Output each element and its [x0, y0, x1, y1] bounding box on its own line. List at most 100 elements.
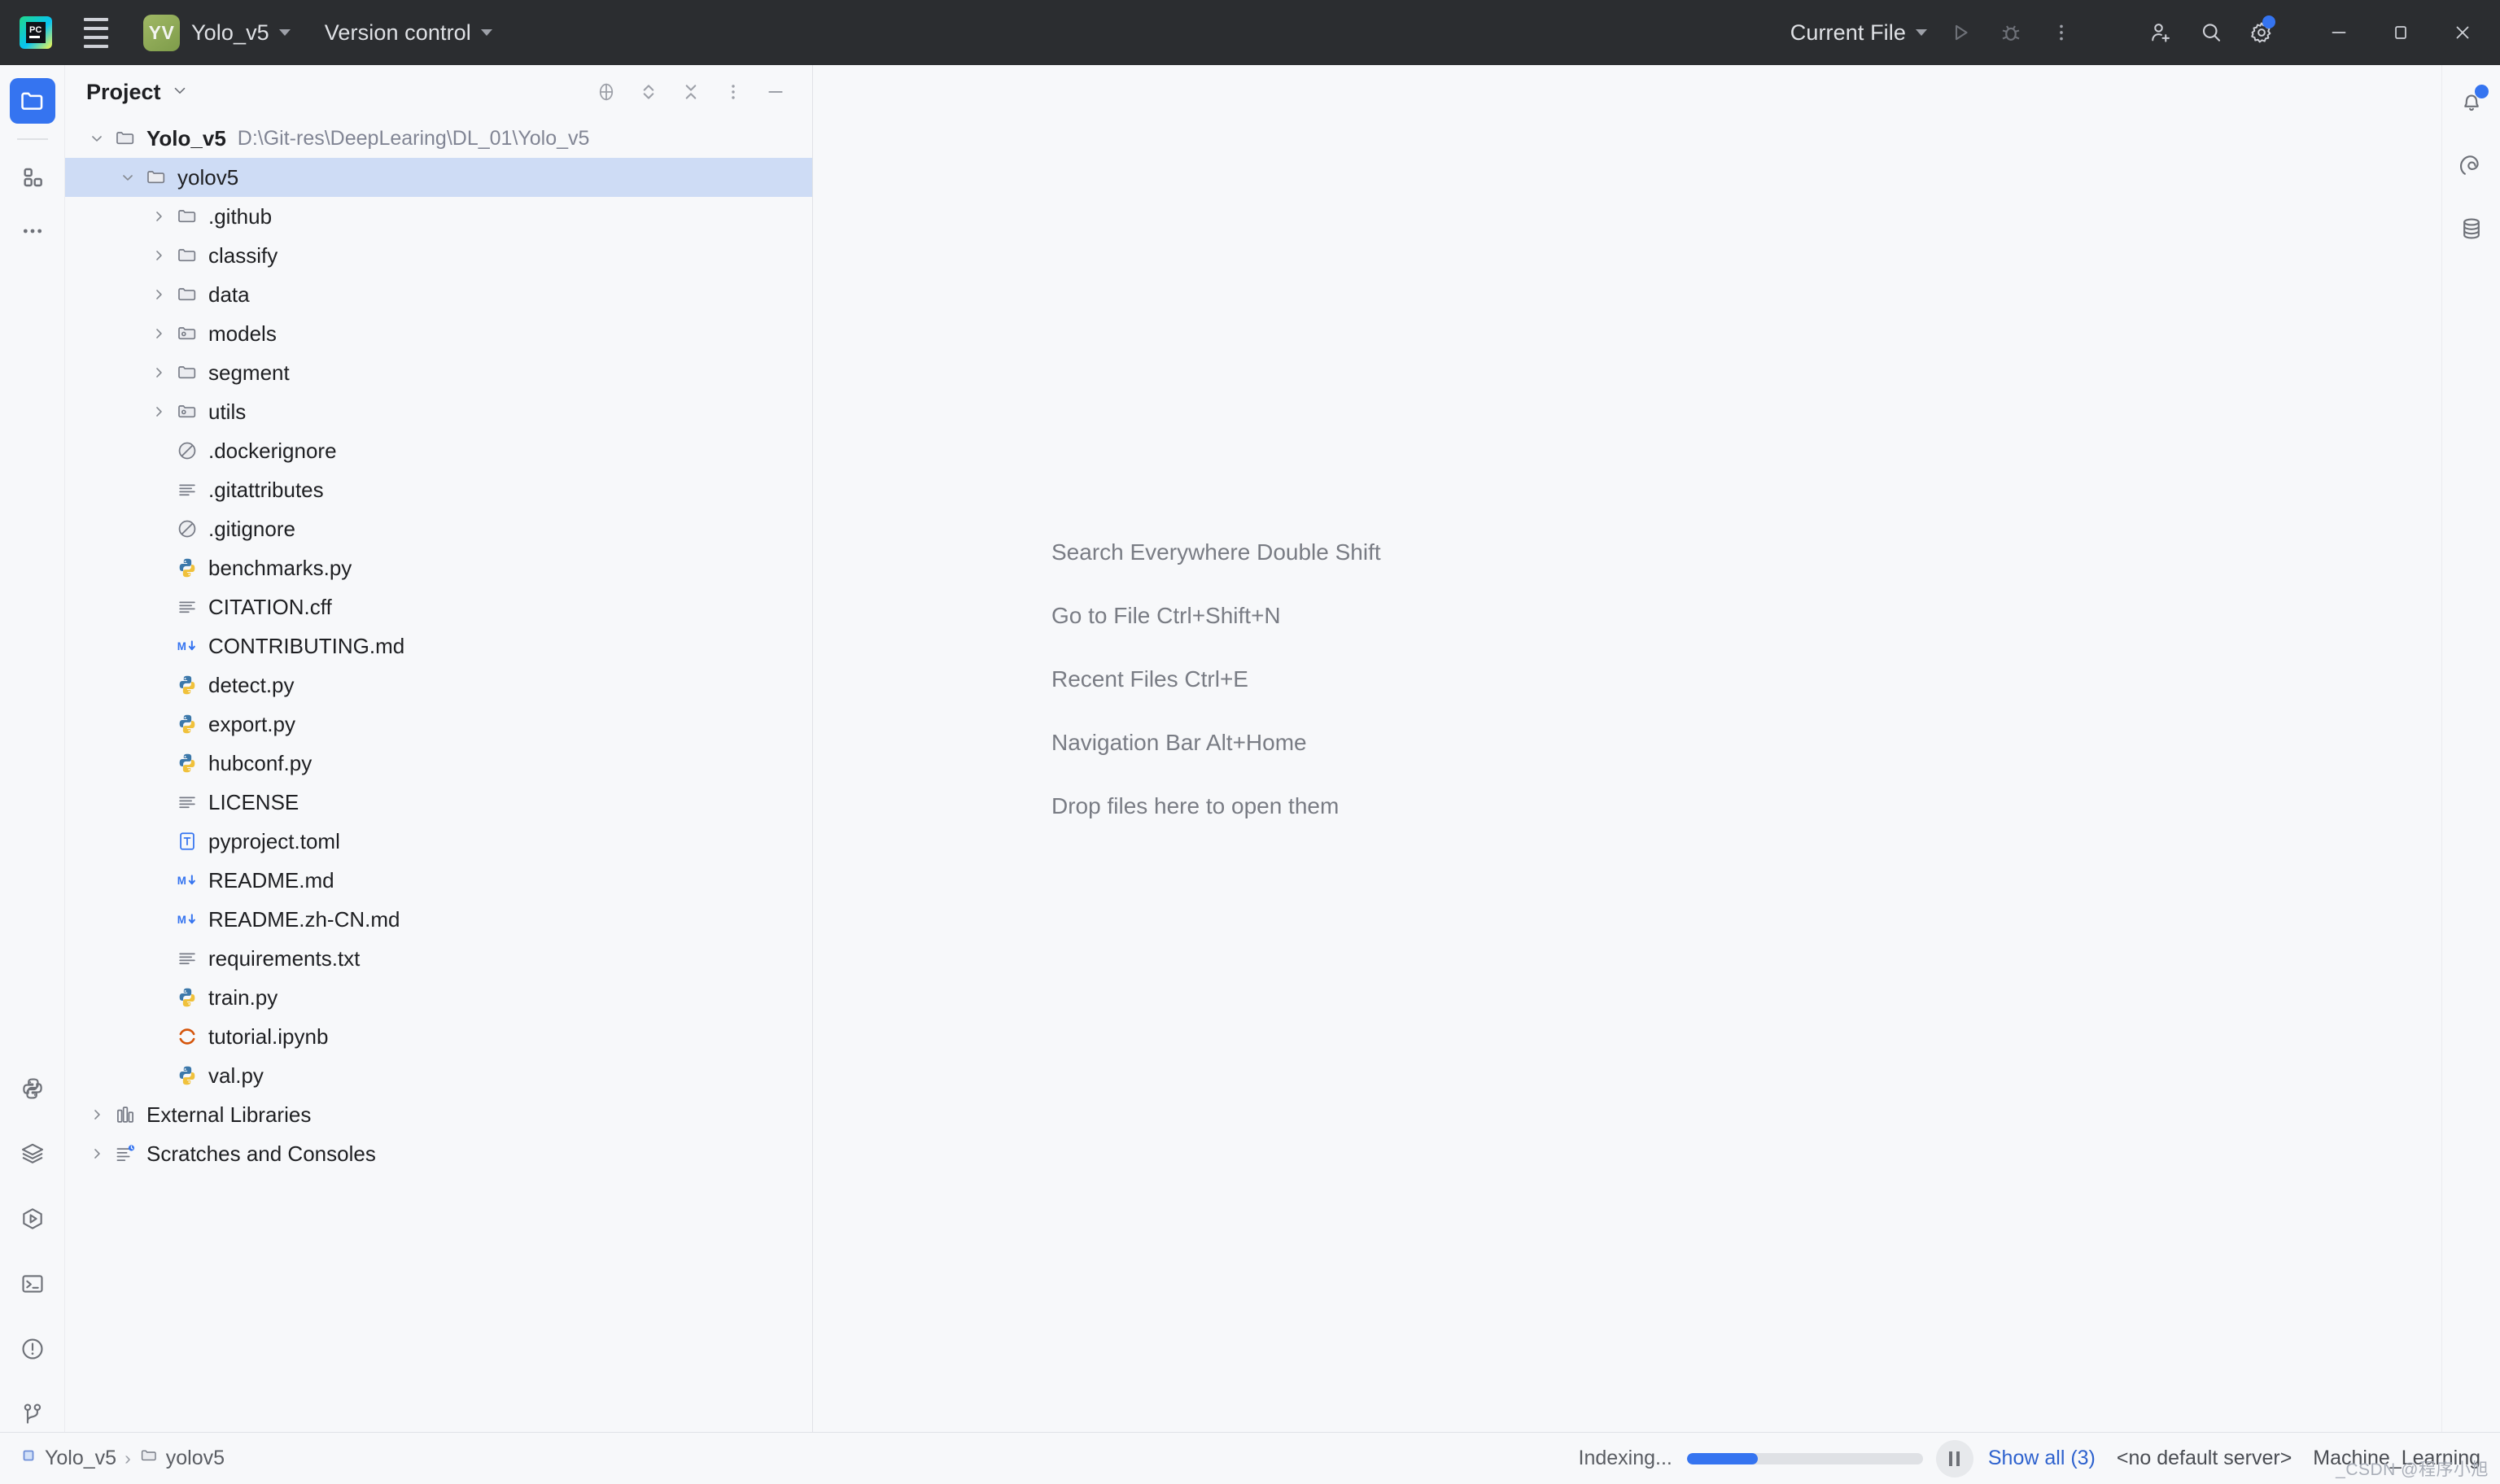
tree-row-models[interactable]: models — [65, 314, 812, 353]
sidebar-item-more[interactable] — [10, 208, 55, 254]
tree-row-scratches-and-consoles[interactable]: Scratches and Consoles — [65, 1134, 812, 1173]
sidebar-item-structure[interactable] — [10, 155, 55, 200]
project-file-tree[interactable]: Yolo_v5D:\Git-res\DeepLearing\DL_01\Yolo… — [65, 119, 812, 1455]
debug-bug-icon[interactable] — [1986, 0, 2036, 65]
tree-row-label: segment — [208, 362, 290, 383]
tree-row-label: tutorial.ipynb — [208, 1026, 328, 1047]
machine-learning-label[interactable]: Machine_Learning — [2313, 1447, 2480, 1470]
chevron-right-icon[interactable] — [83, 1106, 111, 1124]
tree-row-external-libraries[interactable]: External Libraries — [65, 1095, 812, 1134]
tree-row-readme-md[interactable]: MREADME.md — [65, 861, 812, 900]
svg-text:M: M — [177, 875, 186, 887]
sidebar-item-problems[interactable] — [10, 1326, 55, 1372]
breadcrumb-item-folder[interactable]: yolov5 — [139, 1446, 225, 1471]
tree-row-contributing-md[interactable]: MCONTRIBUTING.md — [65, 626, 812, 666]
tree-row-license[interactable]: LICENSE — [65, 783, 812, 822]
show-all-link[interactable]: Show all (3) — [1988, 1447, 2096, 1470]
tree-row-label: hubconf.py — [208, 753, 312, 774]
tree-row-citation-cff[interactable]: CITATION.cff — [65, 587, 812, 626]
maximize-restore-icon[interactable] — [2370, 0, 2432, 65]
crosshair-target-icon[interactable] — [588, 73, 625, 111]
folder-icon — [173, 244, 202, 267]
tree-row-data[interactable]: data — [65, 275, 812, 314]
project-panel-header: Project — [65, 65, 812, 119]
library-icon — [111, 1103, 140, 1126]
pause-indexing-button[interactable] — [1936, 1440, 1973, 1477]
tree-row-label: classify — [208, 245, 278, 266]
tree-row-requirements-txt[interactable]: requirements.txt — [65, 939, 812, 978]
tree-row-export-py[interactable]: export.py — [65, 705, 812, 744]
tree-row-gitattributes[interactable]: .gitattributes — [65, 470, 812, 509]
gear-settings-icon[interactable] — [2236, 0, 2287, 65]
chevron-right-icon[interactable] — [145, 325, 173, 343]
right-tool-stripe — [2441, 65, 2500, 1455]
chevron-down-icon[interactable] — [83, 129, 111, 147]
notebook-icon — [173, 1025, 202, 1048]
version-control-menu[interactable]: Version control — [317, 0, 500, 65]
tree-row-train-py[interactable]: train.py — [65, 978, 812, 1017]
tree-row-classify[interactable]: classify — [65, 236, 812, 275]
text-icon — [173, 791, 202, 814]
chevron-right-icon[interactable] — [145, 364, 173, 382]
tree-row-detect-py[interactable]: detect.py — [65, 666, 812, 705]
markdown-icon: M — [173, 635, 202, 657]
chevron-down-icon[interactable] — [171, 81, 189, 103]
chevron-right-icon[interactable] — [145, 247, 173, 264]
tree-row-segment[interactable]: segment — [65, 353, 812, 392]
indexing-progress-fill — [1687, 1453, 1758, 1464]
tree-row-yolo-v5[interactable]: Yolo_v5D:\Git-res\DeepLearing\DL_01\Yolo… — [65, 119, 812, 158]
sidebar-item-project[interactable] — [10, 78, 55, 124]
close-x-icon[interactable] — [2432, 0, 2493, 65]
hide-panel-minus-icon[interactable] — [757, 73, 794, 111]
tree-row-pyproject-toml[interactable]: pyproject.toml — [65, 822, 812, 861]
sidebar-item-run[interactable] — [10, 1196, 55, 1242]
chevron-down-icon[interactable] — [114, 168, 142, 186]
svg-text:M: M — [177, 914, 186, 926]
notification-badge-dot — [2475, 85, 2489, 98]
sidebar-item-terminal[interactable] — [10, 1261, 55, 1307]
chevron-right-icon[interactable] — [145, 403, 173, 421]
run-config-label: Current File — [1790, 20, 1906, 46]
sidebar-item-layers[interactable] — [10, 1131, 55, 1176]
version-control-label: Version control — [325, 20, 471, 46]
more-vertical-icon[interactable] — [715, 73, 752, 111]
tree-row-label: detect.py — [208, 674, 295, 696]
more-vertical-icon[interactable] — [2036, 0, 2087, 65]
project-selector[interactable]: YV Yolo_v5 — [135, 0, 299, 65]
tree-row-label: val.py — [208, 1065, 264, 1086]
search-magnifier-icon[interactable] — [2186, 0, 2236, 65]
tree-row-val-py[interactable]: val.py — [65, 1056, 812, 1095]
minimize-icon[interactable] — [2308, 0, 2370, 65]
database-cylinder-icon[interactable] — [2450, 207, 2493, 251]
run-triangle-icon[interactable] — [1935, 0, 1986, 65]
tree-row-yolov5[interactable]: yolov5 — [65, 158, 812, 197]
tree-row-readme-zh-cn-md[interactable]: MREADME.zh-CN.md — [65, 900, 812, 939]
tree-row-dockerignore[interactable]: .dockerignore — [65, 431, 812, 470]
breadcrumb-item-module[interactable]: Yolo_v5 — [20, 1447, 116, 1470]
editor-hint: Navigation Bar Alt+Home — [1051, 711, 1381, 775]
chevron-up-down-icon[interactable] — [630, 73, 667, 111]
project-panel-actions — [588, 73, 794, 111]
default-server-label[interactable]: <no default server> — [2117, 1447, 2292, 1470]
collapse-all-icon[interactable] — [672, 73, 710, 111]
tree-row-utils[interactable]: utils — [65, 392, 812, 431]
tree-row-benchmarks-py[interactable]: benchmarks.py — [65, 548, 812, 587]
tree-row-label: Scratches and Consoles — [146, 1143, 376, 1164]
tree-row-hubconf-py[interactable]: hubconf.py — [65, 744, 812, 783]
hamburger-menu-icon[interactable] — [78, 15, 114, 50]
folder-icon — [111, 127, 140, 150]
chevron-right-icon[interactable] — [145, 286, 173, 303]
ai-assistant-spiral-icon[interactable] — [2450, 143, 2493, 187]
chevron-right-icon[interactable] — [145, 207, 173, 225]
sidebar-item-version-control[interactable] — [10, 1391, 55, 1437]
markdown-icon: M — [173, 869, 202, 892]
folder-icon — [173, 205, 202, 228]
tree-row-tutorial-ipynb[interactable]: tutorial.ipynb — [65, 1017, 812, 1056]
run-configuration-selector[interactable]: Current File — [1782, 0, 1935, 65]
sidebar-item-python-packages[interactable] — [10, 1066, 55, 1111]
tree-row-github[interactable]: .github — [65, 197, 812, 236]
chevron-right-icon[interactable] — [83, 1145, 111, 1163]
tree-row-gitignore[interactable]: .gitignore — [65, 509, 812, 548]
add-account-icon[interactable] — [2135, 0, 2186, 65]
notifications-bell-icon[interactable] — [2450, 80, 2493, 124]
